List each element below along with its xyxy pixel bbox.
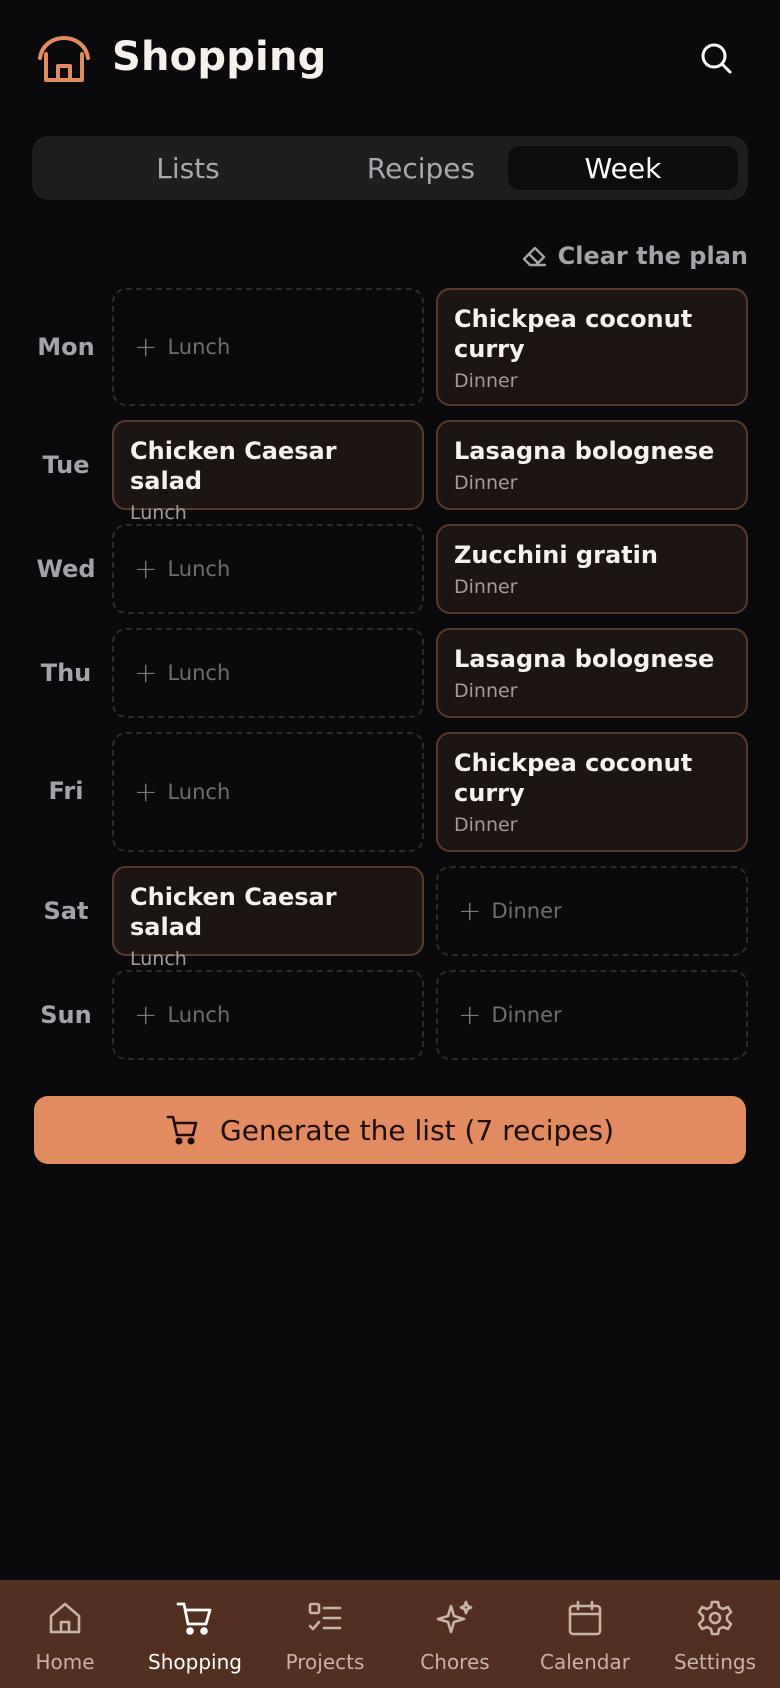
add-dinner-sat[interactable]: + Dinner xyxy=(436,866,748,956)
tab-lists[interactable]: Lists xyxy=(73,146,303,190)
meal-card-dinner-mon[interactable]: Chickpea coconut curry Dinner xyxy=(436,288,748,406)
checklist-icon xyxy=(308,1602,342,1631)
calendar-icon xyxy=(568,1600,602,1636)
plus-icon: + xyxy=(134,775,158,808)
nav-chores[interactable]: Chores xyxy=(390,1580,520,1688)
slot-label: Lunch xyxy=(167,780,231,804)
meal-type: Lunch xyxy=(130,502,187,524)
slot-label: Lunch xyxy=(167,335,231,359)
cart-icon xyxy=(176,1602,212,1635)
slot-label: Lunch xyxy=(167,1003,231,1027)
meal-card-lunch-tue[interactable]: Chicken Caesar salad Lunch xyxy=(112,420,424,524)
nav-label: Calendar xyxy=(540,1650,630,1674)
meal-type: Dinner xyxy=(454,814,518,836)
app-root: Shopping Lists Recipes Week Clear the pl… xyxy=(0,0,780,1688)
cart-icon xyxy=(166,1115,198,1145)
search-icon[interactable] xyxy=(698,40,734,76)
segmented-tabs: Lists Recipes Week xyxy=(32,136,748,200)
home-logo-icon xyxy=(38,36,90,82)
page-title: Shopping xyxy=(112,34,327,80)
clear-plan-button[interactable]: Clear the plan xyxy=(520,238,748,274)
plus-icon: + xyxy=(134,656,158,689)
meal-card-lunch-sat[interactable]: Chicken Caesar salad Lunch xyxy=(112,866,424,970)
add-lunch-thu[interactable]: + Lunch xyxy=(112,628,424,718)
clear-plan-label: Clear the plan xyxy=(557,242,748,270)
recipe-name: Chicken Caesar salad xyxy=(130,437,337,495)
home-icon xyxy=(49,1602,81,1634)
nav-calendar[interactable]: Calendar xyxy=(520,1580,650,1688)
plus-icon: + xyxy=(458,894,482,927)
meal-type: Dinner xyxy=(454,472,518,494)
recipe-name: Chicken Caesar salad xyxy=(130,883,337,941)
nav-label: Settings xyxy=(673,1650,757,1674)
day-label-fri: Fri xyxy=(48,777,84,805)
generate-list-button[interactable]: Generate the list (7 recipes) xyxy=(34,1096,746,1164)
generate-list-label: Generate the list (7 recipes) xyxy=(220,1113,614,1147)
slot-label: Dinner xyxy=(491,1003,562,1027)
nav-shopping[interactable]: Shopping xyxy=(130,1580,260,1688)
meal-type: Dinner xyxy=(454,680,518,702)
nav-projects[interactable]: Projects xyxy=(260,1580,390,1688)
nav-label: Chores xyxy=(420,1650,490,1674)
add-lunch-sun[interactable]: + Lunch xyxy=(112,970,424,1060)
add-lunch-mon[interactable]: + Lunch xyxy=(112,288,424,406)
meal-card-dinner-fri[interactable]: Chickpea coconut curry Dinner xyxy=(436,732,748,852)
add-lunch-wed[interactable]: + Lunch xyxy=(112,524,424,614)
day-label-sat: Sat xyxy=(43,897,89,925)
nav-home[interactable]: Home xyxy=(0,1580,130,1688)
add-dinner-sun[interactable]: + Dinner xyxy=(436,970,748,1060)
slot-label: Lunch xyxy=(167,661,231,685)
eraser-icon xyxy=(522,246,546,267)
meal-card-dinner-thu[interactable]: Lasagna bolognese Dinner xyxy=(436,628,748,718)
meal-type: Dinner xyxy=(454,370,518,392)
plus-icon: + xyxy=(134,330,158,363)
recipe-name: Zucchini gratin xyxy=(454,541,658,569)
nav-settings[interactable]: Settings xyxy=(650,1580,780,1688)
nav-label: Shopping xyxy=(148,1650,242,1674)
meal-card-dinner-wed[interactable]: Zucchini gratin Dinner xyxy=(436,524,748,614)
slot-label: Dinner xyxy=(491,899,562,923)
gear-icon xyxy=(697,1600,733,1636)
day-label-sun: Sun xyxy=(40,1001,92,1029)
day-label-mon: Mon xyxy=(37,333,95,361)
recipe-name: Chickpea coconut curry xyxy=(454,305,693,363)
day-label-wed: Wed xyxy=(36,555,96,583)
recipe-name: Lasagna bolognese xyxy=(454,437,715,465)
meal-type: Lunch xyxy=(130,948,187,970)
recipe-name: Chickpea coconut curry xyxy=(454,749,693,807)
day-label-tue: Tue xyxy=(42,451,90,479)
header: Shopping xyxy=(0,0,780,120)
plus-icon: + xyxy=(134,998,158,1031)
meal-type: Dinner xyxy=(454,576,518,598)
day-label-thu: Thu xyxy=(40,659,92,687)
meal-card-dinner-tue[interactable]: Lasagna bolognese Dinner xyxy=(436,420,748,510)
slot-label: Lunch xyxy=(167,557,231,581)
nav-label: Projects xyxy=(285,1650,365,1674)
recipe-name: Lasagna bolognese xyxy=(454,645,715,673)
bottom-nav: Home Shopping Projects Chores Calendar S… xyxy=(0,1580,780,1688)
plus-icon: + xyxy=(134,552,158,585)
nav-label: Home xyxy=(35,1650,95,1674)
tab-week[interactable]: Week xyxy=(508,146,738,190)
plus-icon: + xyxy=(458,998,482,1031)
add-lunch-fri[interactable]: + Lunch xyxy=(112,732,424,852)
sparkles-icon xyxy=(436,1600,473,1634)
tab-recipes[interactable]: Recipes xyxy=(306,146,536,190)
